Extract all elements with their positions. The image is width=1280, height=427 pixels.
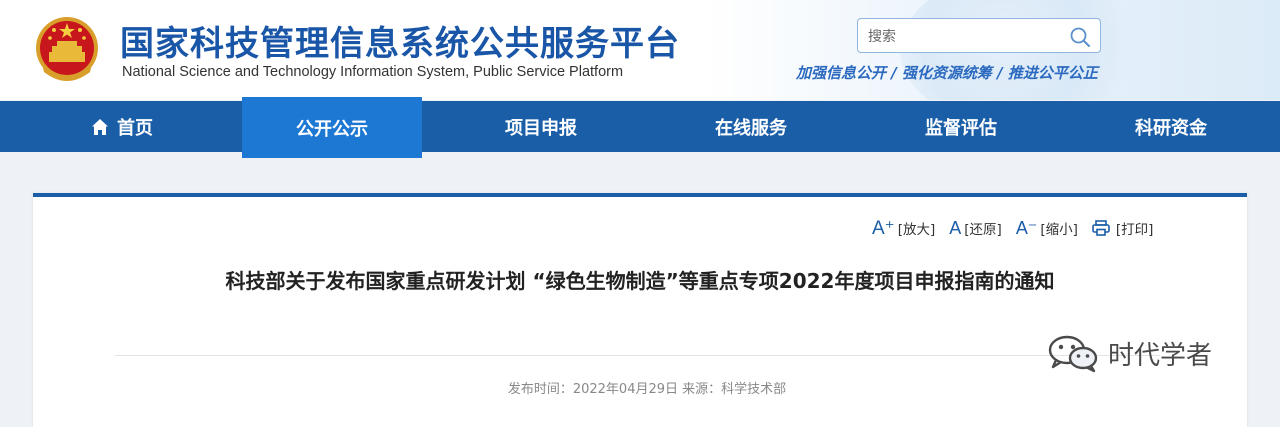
search-icon[interactable] bbox=[1069, 26, 1091, 48]
nav-item-label: 公开公示 bbox=[296, 118, 368, 140]
wechat-icon bbox=[1048, 335, 1098, 373]
nav-item-label: 监督评估 bbox=[925, 117, 997, 139]
font-reset-button[interactable]: A [还原] bbox=[949, 218, 1002, 239]
watermark-text: 时代学者 bbox=[1108, 340, 1213, 371]
article-meta: 发布时间：2022年04月29日 来源：科学技术部 bbox=[507, 382, 787, 397]
header-slogan: 加强信息公开 / 强化资源统筹 / 推进公平公正 bbox=[796, 64, 1098, 82]
nav-item-label: 项目申报 bbox=[505, 117, 577, 139]
site-header: 国家科技管理信息系统公共服务平台 National Science and Te… bbox=[0, 0, 1280, 100]
national-emblem-icon[interactable] bbox=[32, 14, 102, 86]
site-subtitle: National Science and Technology Informat… bbox=[122, 64, 624, 80]
print-label: [打印] bbox=[1115, 222, 1154, 238]
nav-item-supervision-evaluation[interactable]: 监督评估 bbox=[871, 101, 1051, 152]
font-increase-button[interactable]: A⁺ [放大] bbox=[872, 217, 935, 240]
nav-item-label: 在线服务 bbox=[715, 117, 787, 139]
nav-item-project-application[interactable]: 项目申报 bbox=[451, 101, 631, 152]
main-nav: 首页 公开公示 项目申报 在线服务 监督评估 科研资金 bbox=[0, 97, 1280, 158]
nav-item-online-services[interactable]: 在线服务 bbox=[661, 101, 841, 152]
print-button[interactable]: [打印] bbox=[1092, 218, 1154, 238]
nav-item-home[interactable]: 首页 bbox=[32, 101, 212, 152]
wechat-watermark: 时代学者 bbox=[1046, 333, 1212, 373]
font-increase-icon: A⁺ bbox=[872, 217, 895, 239]
home-icon bbox=[92, 118, 108, 135]
title-divider bbox=[115, 355, 1160, 356]
site-title[interactable]: 国家科技管理信息系统公共服务平台 bbox=[120, 16, 680, 65]
nav-item-research-funds[interactable]: 科研资金 bbox=[1081, 101, 1261, 152]
nav-item-label: 科研资金 bbox=[1135, 117, 1207, 139]
font-decrease-icon: A⁻ bbox=[1015, 217, 1038, 238]
nav-item-label: 首页 bbox=[117, 117, 153, 139]
nav-item-public-notice[interactable]: 公开公示 bbox=[242, 97, 422, 158]
article-toolbar: A⁺ [放大] A [还原] A⁻ [缩小] [打印] bbox=[872, 217, 1167, 240]
font-reset-label: [还原] bbox=[964, 222, 1002, 238]
search-box bbox=[857, 18, 1101, 53]
font-reset-icon: A bbox=[949, 217, 962, 238]
search-input[interactable] bbox=[866, 23, 1060, 50]
font-increase-label: [放大] bbox=[897, 222, 936, 238]
font-decrease-label: [缩小] bbox=[1040, 222, 1078, 238]
font-decrease-button[interactable]: A⁻ [缩小] bbox=[1016, 218, 1078, 239]
article-title: 科技部关于发布国家重点研发计划 “绿色生物制造”等重点专项2022年度项目申报指… bbox=[225, 269, 1055, 293]
printer-icon bbox=[1092, 220, 1110, 236]
